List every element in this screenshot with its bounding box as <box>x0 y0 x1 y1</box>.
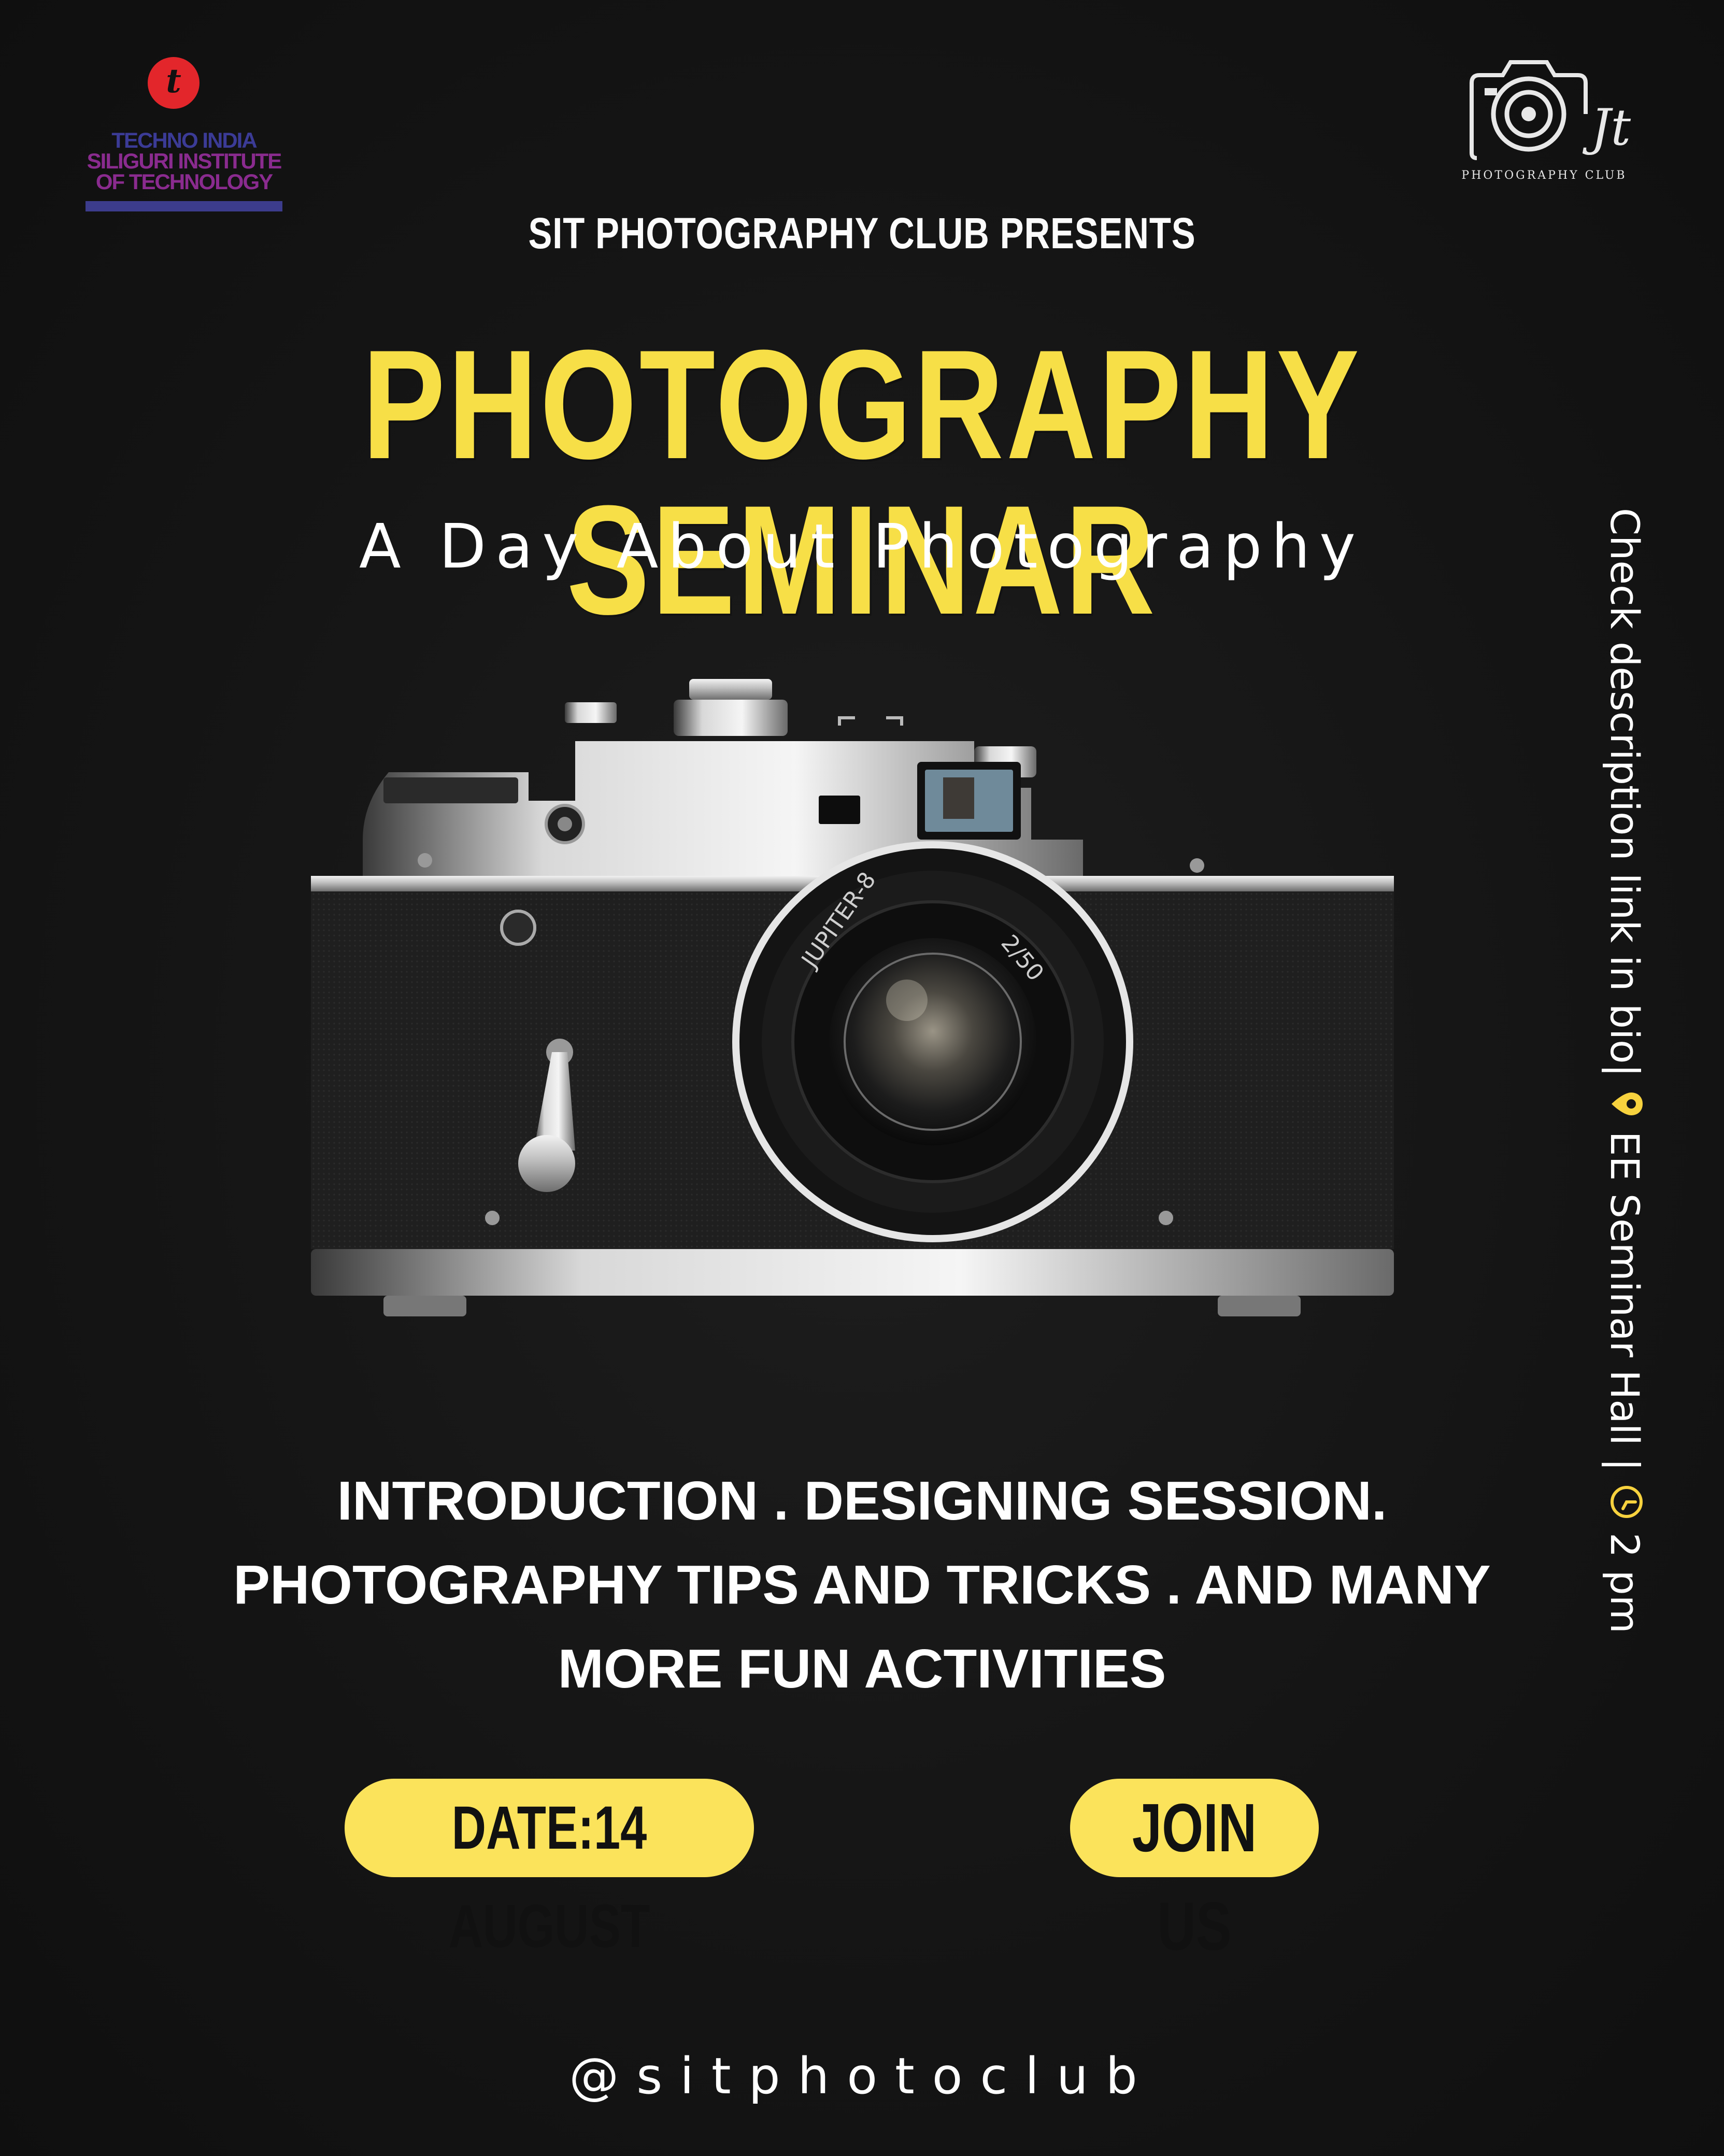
shutter-dial <box>689 679 772 700</box>
institute-badge-icon: t <box>148 57 200 109</box>
activities-line-2: PHOTOGRAPHY TIPS AND TRICKS . AND MANY <box>233 1554 1491 1615</box>
activities-list: INTRODUCTION . DESIGNING SESSION. PHOTOG… <box>0 1459 1724 1711</box>
side-info: Check description link in bio| EE Semina… <box>1601 508 1648 1679</box>
clock-icon <box>1599 1484 1645 1520</box>
side-info-link-text: Check description link in bio| <box>1602 508 1648 1077</box>
institute-logo: t TECHNO INDIA SILIGURI INSTITUTE OF TEC… <box>70 57 298 212</box>
institute-name-line2: SILIGURI INSTITUTE <box>87 149 282 173</box>
join-us-label: JOIN US <box>1132 1790 1257 1964</box>
institute-badge-letter: t <box>166 62 181 101</box>
side-info-time-text: 2 pm <box>1602 1533 1648 1634</box>
institute-name-line3: OF TECHNOLOGY <box>95 169 273 194</box>
side-info-venue-text: EE Seminar Hall | <box>1602 1131 1648 1471</box>
camera-illustration: JUPITER-8 2/50 <box>306 669 1399 1389</box>
lens-glass <box>829 938 1036 1145</box>
social-handle[interactable]: @sitphotoclub <box>0 2047 1724 2105</box>
poster: t TECHNO INDIA SILIGURI INSTITUTE OF TEC… <box>0 0 1724 2156</box>
date-badge: DATE:14 AUGUST <box>345 1779 754 1961</box>
activities-line-1: INTRODUCTION . DESIGNING SESSION. <box>337 1470 1387 1531</box>
date-label: DATE:14 AUGUST <box>448 1794 650 1961</box>
club-caption: PHOTOGRAPHY CLUB <box>1461 169 1627 182</box>
club-monogram: Jt <box>1591 98 1631 157</box>
institute-name-line1: TECHNO INDIA <box>111 128 257 152</box>
club-camera-icon <box>1470 60 1588 160</box>
event-subtitle: A Day About Photography <box>359 510 1365 582</box>
event-title: PHOTOGRAPHY SEMINAR <box>362 317 1362 647</box>
activities-line-3: MORE FUN ACTIVITIES <box>558 1638 1166 1699</box>
presents-line: SIT PHOTOGRAPHY CLUB PRESENTS <box>528 209 1196 258</box>
viewfinder-small <box>819 796 860 824</box>
club-logo: Jt PHOTOGRAPHY CLUB <box>1441 52 1648 197</box>
join-us-button[interactable]: JOIN US <box>1070 1779 1319 1964</box>
location-pin-icon <box>1599 1089 1645 1118</box>
